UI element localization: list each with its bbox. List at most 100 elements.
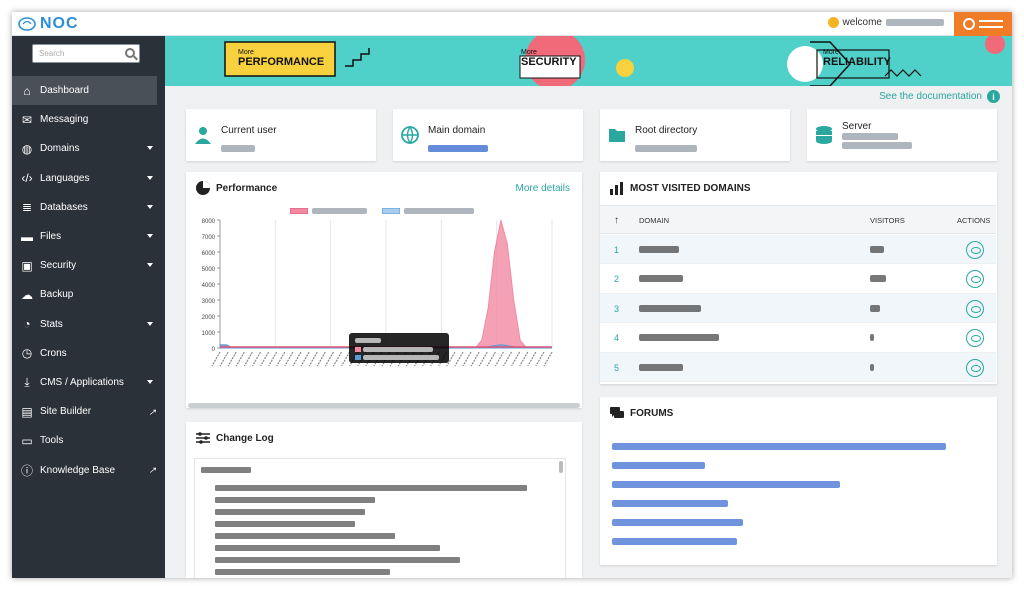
table-row: 2 — [600, 264, 996, 294]
row-visitors — [870, 304, 880, 312]
forum-link[interactable] — [612, 519, 743, 526]
row-domain[interactable] — [639, 304, 701, 312]
row-rank: 4 — [614, 333, 620, 344]
x-tick-label — [519, 351, 529, 367]
row-domain[interactable] — [639, 246, 679, 253]
sidebar-item-label: Languages — [40, 172, 90, 184]
eye-icon[interactable] — [966, 358, 984, 377]
banner-reliability-more: More — [823, 49, 839, 56]
more-details-link[interactable]: More details — [516, 183, 570, 194]
changelog-line — [215, 485, 527, 491]
x-tick-label — [511, 351, 521, 367]
chevron-down-icon — [147, 379, 153, 384]
most-visited-title: MOST VISITED DOMAINS — [630, 183, 751, 194]
forum-link[interactable] — [612, 443, 946, 450]
main-domain-value[interactable] — [428, 139, 488, 157]
row-rank: 3 — [614, 303, 620, 314]
sidebar-item-label: Site Builder — [40, 406, 92, 418]
x-tick-label — [454, 351, 464, 367]
changelog-line — [215, 533, 395, 539]
changelog-scrollbar[interactable] — [559, 461, 563, 473]
x-tick-label — [535, 351, 545, 367]
sort-arrow-icon[interactable]: ↑ — [614, 215, 619, 226]
banner-reliability[interactable]: More RELIABILITY — [823, 49, 891, 68]
welcome-area: welcome — [827, 17, 944, 28]
promo-banner: More PERFORMANCE More SECURITY More RELIABI… — [165, 36, 1012, 86]
changelog-line — [215, 521, 355, 527]
x-tick-label — [276, 351, 286, 367]
sliders-icon — [196, 432, 210, 444]
y-tick-label: 2000 — [202, 315, 216, 321]
y-tick-label: 7000 — [202, 235, 216, 241]
banner-performance-label: PERFORMANCE — [238, 56, 325, 68]
sidebar-item-languages[interactable]: ‹/› Languages — [12, 164, 165, 193]
sidebar-item-messaging[interactable]: ✉ Messaging — [12, 105, 165, 134]
sidebar: Search ⌂ Dashboard ✉ Messaging ◍ Domains ‹/› La… — [12, 36, 165, 578]
sidebar-item-stats[interactable]: ◔ Stats — [12, 310, 165, 339]
changelog-line — [215, 557, 460, 563]
sidebar-item-dashboard[interactable]: ⌂ Dashboard — [12, 76, 157, 106]
chart-scrollbar[interactable] — [188, 403, 580, 408]
x-tick-label — [324, 351, 334, 367]
column-visitors[interactable]: VISITORS — [870, 216, 905, 225]
changelog-line — [215, 509, 365, 515]
user-menu-button[interactable] — [954, 12, 1012, 36]
x-tick-label — [211, 351, 221, 367]
bar-chart-icon — [610, 182, 623, 195]
search-icon[interactable] — [125, 48, 135, 58]
search-input[interactable]: Search — [32, 44, 140, 63]
download-icon: ⤓ — [24, 374, 30, 389]
lock-icon: ▣ — [21, 258, 33, 273]
sidebar-item-knowledge-base[interactable]: ⓘ Knowledge Base ↗ — [12, 455, 165, 484]
cloud-upload-icon: ☁ — [21, 287, 33, 302]
sidebar-item-tools[interactable]: ▭ Tools — [12, 426, 165, 455]
x-tick-label — [478, 351, 488, 367]
top-bar: NOC welcome — [12, 12, 1012, 36]
banner-security-label: SECURITY — [521, 56, 577, 68]
sidebar-item-crons[interactable]: ◷ Crons — [12, 339, 165, 368]
x-tick-label — [470, 351, 480, 367]
banner-performance[interactable]: More PERFORMANCE — [238, 49, 324, 68]
documentation-link[interactable]: See the documentation i — [879, 90, 1000, 103]
row-domain[interactable] — [639, 363, 683, 371]
forum-link[interactable] — [612, 500, 728, 507]
sidebar-item-site-builder[interactable]: ▤ Site Builder ↗ — [12, 397, 165, 426]
globe-icon: ◍ — [21, 141, 33, 156]
code-icon: ‹/› — [21, 171, 33, 186]
sidebar-item-cms-applications[interactable]: ⤓ CMS / Applications — [12, 368, 165, 397]
sidebar-item-label: Security — [40, 260, 77, 272]
external-link-icon: ↗ — [148, 407, 156, 418]
user-icon — [195, 127, 211, 144]
eye-icon[interactable] — [966, 241, 984, 259]
row-domain[interactable] — [639, 334, 719, 342]
row-domain[interactable] — [639, 275, 683, 283]
sidebar-item-backup[interactable]: ☁ Backup — [12, 280, 165, 309]
eye-icon[interactable] — [966, 329, 984, 348]
logo[interactable]: NOC — [18, 15, 79, 33]
forum-link[interactable] — [612, 538, 737, 545]
root-directory-value — [635, 139, 697, 157]
sidebar-item-domains[interactable]: ◍ Domains — [12, 134, 165, 163]
changelog-line — [215, 545, 440, 551]
forum-link[interactable] — [612, 481, 840, 488]
sidebar-item-security[interactable]: ▣ Security — [12, 251, 165, 280]
sidebar-item-label: Messaging — [40, 114, 89, 126]
sidebar-item-files[interactable]: ▬ Files — [12, 222, 165, 251]
column-domain[interactable]: DOMAIN — [639, 216, 669, 225]
x-tick-label — [316, 351, 326, 367]
chevron-down-icon — [147, 175, 153, 180]
y-tick-label: 3000 — [202, 299, 216, 305]
sidebar-item-databases[interactable]: ≣ Databases — [12, 193, 165, 222]
chevron-down-icon — [147, 233, 153, 238]
banner-performance-more: More — [238, 49, 254, 56]
most-visited-panel: MOST VISITED DOMAINS ↑ DOMAIN VISITORS A… — [600, 172, 997, 384]
chevron-down-icon — [147, 321, 153, 326]
changelog-textarea[interactable] — [194, 458, 566, 578]
banner-security[interactable]: More SECURITY — [521, 49, 577, 68]
x-tick-label — [502, 351, 513, 367]
menu-lines-icon — [979, 20, 1003, 28]
forum-link[interactable] — [612, 462, 705, 469]
clock-icon: ◷ — [21, 346, 33, 361]
eye-icon[interactable] — [966, 299, 984, 318]
eye-icon[interactable] — [966, 270, 984, 289]
